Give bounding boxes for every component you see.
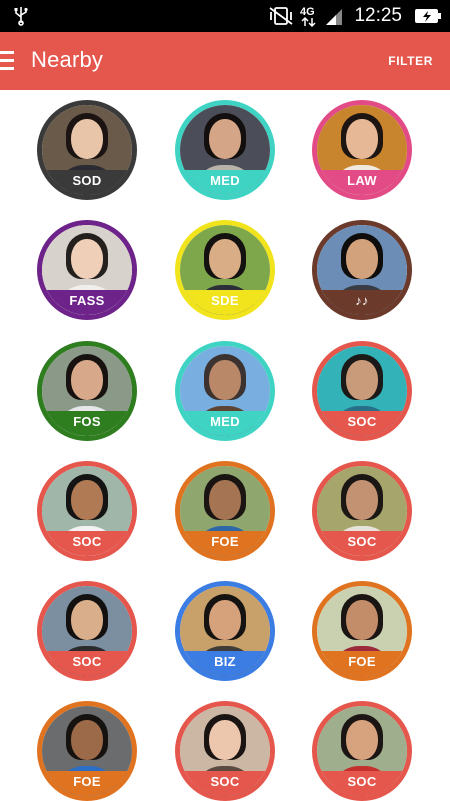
faculty-label: SOC bbox=[180, 771, 270, 796]
faculty-label: MED bbox=[180, 170, 270, 195]
faculty-label: MED bbox=[180, 411, 270, 436]
vibrate-icon bbox=[269, 7, 293, 25]
faculty-label: FASS bbox=[42, 290, 132, 315]
signal-icon bbox=[326, 9, 343, 25]
faculty-label: ♪♪ bbox=[317, 290, 407, 315]
page-title: Nearby bbox=[31, 47, 104, 72]
network-type: 4G bbox=[300, 6, 315, 18]
nearby-people-grid: SOD MED LAW FASS SDE ♪♪ FOS MED SOC SOC FOE SOC SOC B… bbox=[0, 90, 450, 801]
faculty-label: SOC bbox=[317, 771, 407, 796]
faculty-label: FOS bbox=[42, 411, 132, 436]
status-bar: 4G 12:25 bbox=[0, 0, 450, 32]
profile-avatar[interactable]: SOC bbox=[312, 461, 412, 561]
profile-avatar[interactable]: BIZ bbox=[175, 581, 275, 681]
faculty-label: FOE bbox=[42, 771, 132, 796]
faculty-label: SDE bbox=[180, 290, 270, 315]
faculty-label: SOC bbox=[42, 531, 132, 556]
faculty-label: SOD bbox=[42, 170, 132, 195]
profile-avatar[interactable]: FOS bbox=[37, 341, 137, 441]
faculty-label: SOC bbox=[317, 411, 407, 436]
faculty-label: SOC bbox=[317, 531, 407, 556]
profile-avatar[interactable]: SOC bbox=[37, 581, 137, 681]
profile-avatar[interactable]: MED bbox=[175, 100, 275, 200]
profile-avatar[interactable]: FASS bbox=[37, 220, 137, 320]
profile-avatar[interactable]: FOE bbox=[175, 461, 275, 561]
battery-charging-icon bbox=[415, 9, 441, 23]
profile-avatar[interactable]: SOC bbox=[312, 341, 412, 441]
profile-avatar[interactable]: MED bbox=[175, 341, 275, 441]
profile-avatar[interactable]: SOD bbox=[37, 100, 137, 200]
profile-avatar[interactable]: FOE bbox=[37, 701, 137, 801]
filter-button[interactable]: FILTER bbox=[388, 54, 433, 68]
faculty-label: LAW bbox=[317, 170, 407, 195]
profile-avatar[interactable]: SOC bbox=[37, 461, 137, 561]
hamburger-menu-icon[interactable] bbox=[0, 51, 14, 71]
4g-icon: 4G bbox=[300, 6, 316, 28]
profile-avatar[interactable]: FOE bbox=[312, 581, 412, 681]
profile-avatar[interactable]: SDE bbox=[175, 220, 275, 320]
profile-avatar[interactable]: SOC bbox=[175, 701, 275, 801]
faculty-label: FOE bbox=[317, 651, 407, 676]
profile-avatar[interactable]: SOC bbox=[312, 701, 412, 801]
app-bar: Nearby FILTER bbox=[0, 32, 450, 90]
profile-avatar[interactable]: ♪♪ bbox=[312, 220, 412, 320]
faculty-label: FOE bbox=[180, 531, 270, 556]
faculty-label: BIZ bbox=[180, 651, 270, 676]
profile-avatar[interactable]: LAW bbox=[312, 100, 412, 200]
usb-icon bbox=[14, 7, 28, 26]
clock: 12:25 bbox=[354, 5, 402, 26]
faculty-label: SOC bbox=[42, 651, 132, 676]
